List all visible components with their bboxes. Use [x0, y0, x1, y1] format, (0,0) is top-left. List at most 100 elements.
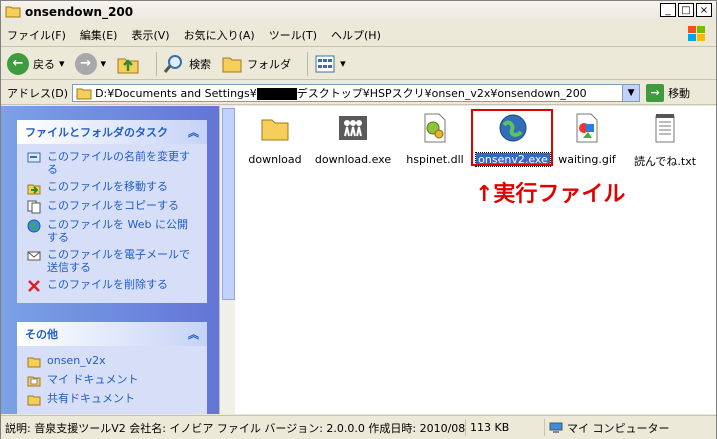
task-email-label[interactable]: このファイルを電子メールで送信する: [47, 248, 197, 274]
shared-folder-icon: [27, 395, 41, 406]
file-item[interactable]: hspinet.dll: [395, 112, 475, 166]
task-copy[interactable]: このファイルをコピーする: [17, 197, 207, 216]
other-place-label[interactable]: 共有ドキュメント: [47, 392, 135, 405]
folders-button[interactable]: フォルダ: [221, 54, 291, 74]
other-place-item[interactable]: onsen_v2x: [17, 352, 207, 371]
window-title: onsendown_200: [25, 5, 134, 19]
chevron-down-icon[interactable]: ▾: [101, 57, 107, 70]
file-name: download.exe: [314, 153, 392, 166]
file-name: hspinet.dll: [406, 153, 464, 166]
status-description: 説明: 音泉支援ツールV2 会社名: イノビア ファイル バージョン: 2.0.…: [1, 419, 466, 436]
globe-icon: [27, 219, 41, 233]
back-arrow-icon: ←: [7, 52, 29, 75]
redacted-username: [256, 87, 297, 100]
computer-icon: [549, 422, 563, 433]
my-documents-icon: [27, 376, 41, 387]
views-button[interactable]: ▾: [314, 54, 346, 74]
file-item[interactable]: download.exe: [313, 112, 393, 166]
folder-icon: [5, 6, 21, 18]
minimize-button[interactable]: _: [660, 3, 676, 17]
go-label: 移動: [668, 86, 691, 100]
windows-logo-icon: [688, 26, 705, 41]
file-item[interactable]: download: [235, 112, 315, 166]
views-icon: [315, 55, 335, 72]
task-email[interactable]: このファイルを電子メールで送信する: [17, 246, 207, 276]
task-rename[interactable]: このファイルの名前を変更する: [17, 148, 207, 178]
file-item[interactable]: waiting.gif: [547, 112, 627, 166]
address-bar: アドレス(D) D:¥Documents and Settings¥ デスクトップ…: [1, 81, 716, 105]
maximize-button[interactable]: □: [678, 3, 694, 17]
up-folder-button[interactable]: [116, 53, 140, 75]
title-bar[interactable]: onsendown_200 _ □ ×: [1, 1, 716, 24]
highlight-box: [471, 109, 553, 166]
task-delete[interactable]: このファイルを削除する: [17, 276, 207, 295]
status-location: マイ コンピューター: [545, 419, 674, 436]
task-pane-scrollbar[interactable]: [219, 106, 235, 414]
annotation-label: ↑実行ファイル: [475, 182, 626, 207]
menu-tools[interactable]: ツール(T): [269, 27, 317, 43]
email-icon: [27, 251, 41, 261]
menu-favorites[interactable]: お気に入り(A): [184, 27, 255, 43]
search-label: 検索: [189, 57, 212, 71]
task-publish-label[interactable]: このファイルを Web に公開する: [47, 218, 197, 244]
explorer-window: onsendown_200 _ □ × ファイル(F) 編集(E) 表示(V) …: [0, 0, 717, 439]
menu-help[interactable]: ヘルプ(H): [331, 27, 381, 43]
file-name: 読んでね.txt: [633, 155, 697, 168]
copy-icon: [27, 200, 41, 214]
file-name: download: [248, 153, 302, 166]
folder-icon: [222, 57, 242, 72]
rename-icon: [27, 152, 41, 163]
task-move-label[interactable]: このファイルを移動する: [47, 180, 168, 193]
menu-file[interactable]: ファイル(F): [7, 27, 66, 43]
collapse-chevron-icon[interactable]: ︽: [188, 124, 199, 140]
exe-icon: [339, 116, 367, 140]
folder-icon: [261, 119, 289, 141]
dll-icon: [424, 113, 446, 143]
other-place-label[interactable]: onsen_v2x: [47, 354, 106, 367]
search-icon: [163, 54, 183, 73]
other-places-panel: その他 ︽ onsen_v2x マイ ドキュメント 共有ドキュメント: [17, 322, 207, 414]
status-location-label: マイ コンピューター: [567, 421, 670, 435]
menu-edit[interactable]: 編集(E): [80, 27, 118, 43]
task-delete-label[interactable]: このファイルを削除する: [47, 278, 168, 291]
status-size: 113 KB: [466, 419, 545, 436]
toolbar-divider: [156, 51, 158, 76]
file-tasks-header[interactable]: ファイルとフォルダのタスク ︽: [17, 120, 207, 144]
file-item[interactable]: 読んでね.txt: [625, 112, 705, 169]
chevron-down-icon[interactable]: ▾: [59, 57, 65, 70]
address-path-prefix: D:¥Documents and Settings¥: [95, 86, 257, 100]
forward-button[interactable]: → ▾: [74, 52, 107, 75]
collapse-chevron-icon[interactable]: ︽: [188, 326, 199, 342]
address-dropdown-button[interactable]: ▼: [622, 84, 640, 101]
scrollbar-thumb[interactable]: [222, 108, 235, 300]
other-places-header[interactable]: その他 ︽: [17, 322, 207, 346]
menu-view[interactable]: 表示(V): [131, 27, 169, 43]
file-tasks-panel: ファイルとフォルダのタスク ︽ このファイルの名前を変更する このファイルを移動…: [17, 120, 207, 303]
file-tasks-title: ファイルとフォルダのタスク: [25, 126, 168, 139]
task-copy-label[interactable]: このファイルをコピーする: [47, 199, 179, 212]
other-place-item[interactable]: 共有ドキュメント: [17, 390, 207, 409]
status-bar: 説明: 音泉支援ツールV2 会社名: イノビア ファイル バージョン: 2.0.…: [1, 415, 716, 439]
task-move[interactable]: このファイルを移動する: [17, 178, 207, 197]
other-places-title: その他: [25, 328, 58, 341]
text-file-icon: [655, 114, 675, 143]
delete-icon: [28, 280, 40, 292]
close-button[interactable]: ×: [696, 3, 712, 17]
file-list[interactable]: download download.exe hspinet.dll onsenv…: [235, 106, 716, 414]
forward-arrow-icon: →: [74, 52, 97, 75]
folders-label: フォルダ: [247, 57, 292, 71]
address-input[interactable]: D:¥Documents and Settings¥ デスクトップ¥HSPスクリ¥…: [72, 83, 641, 102]
other-place-label[interactable]: マイ ドキュメント: [47, 373, 139, 386]
task-pane: ファイルとフォルダのタスク ︽ このファイルの名前を変更する このファイルを移動…: [1, 106, 219, 414]
other-place-item[interactable]: マイ ドキュメント: [17, 371, 207, 390]
task-publish[interactable]: このファイルを Web に公開する: [17, 216, 207, 246]
image-icon: [576, 113, 598, 143]
back-button[interactable]: ← 戻る ▾: [7, 52, 65, 75]
search-button[interactable]: 検索: [163, 53, 211, 75]
go-button[interactable]: → 移動: [646, 83, 691, 102]
toolbar-divider: [307, 51, 309, 76]
go-arrow-icon: →: [646, 83, 665, 102]
task-rename-label[interactable]: このファイルの名前を変更する: [47, 150, 197, 176]
chevron-down-icon[interactable]: ▾: [340, 57, 346, 70]
up-folder-icon: [117, 58, 139, 73]
